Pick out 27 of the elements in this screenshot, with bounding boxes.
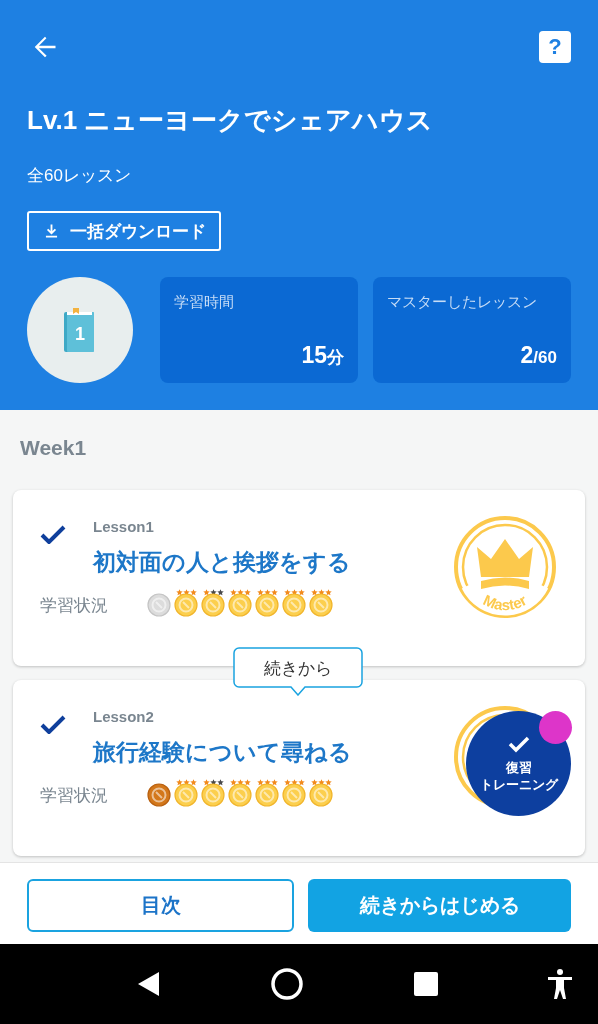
review-label: 復習 — [505, 758, 532, 776]
stat-label: マスターしたレッスン — [387, 293, 538, 312]
lesson-number: Lesson1 — [93, 518, 155, 535]
stat-label: 学習時間 — [174, 293, 235, 312]
stat-value: 15分 — [300, 342, 344, 369]
stat-value: 2/60 — [519, 342, 557, 369]
course-title: Lv.1 ニューヨークでシェアハウス — [27, 104, 435, 137]
review-training-button[interactable]: 復習 トレーニング — [466, 711, 571, 816]
review-label: トレーニング — [479, 775, 558, 793]
home-icon[interactable] — [270, 967, 305, 1001]
lesson-title: 旅行経験について尋ねる — [93, 738, 352, 767]
continue-button[interactable]: 続きからはじめる — [308, 879, 571, 932]
week-heading: Week1 — [20, 436, 88, 461]
lesson-count: 全60レッスン — [27, 165, 132, 187]
help-button[interactable]: ? — [539, 31, 571, 63]
lesson-title: 初対面の人と挨拶をする — [93, 548, 351, 577]
overview-square-icon[interactable] — [413, 972, 438, 996]
contents-button[interactable]: 目次 — [27, 879, 294, 932]
status-label: 学習状況 — [40, 785, 109, 807]
download-all-button[interactable]: 一括ダウンロード — [27, 211, 221, 251]
download-icon — [45, 224, 58, 238]
accessibility-icon[interactable] — [547, 969, 574, 999]
master-crown-badge: Master — [453, 515, 557, 619]
continue-tooltip: 続きから — [233, 647, 363, 696]
checkmark-icon — [507, 734, 530, 753]
lesson-number: Lesson2 — [93, 708, 155, 725]
status-label: 学習状況 — [40, 595, 109, 617]
